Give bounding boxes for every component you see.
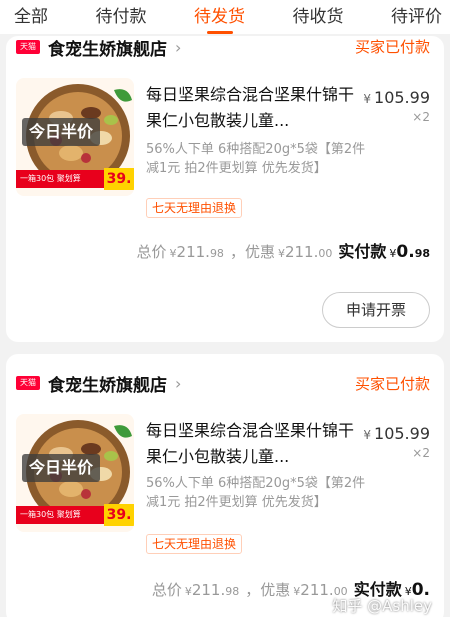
total-currency: ¥ [169, 247, 177, 260]
chevron-right-icon: › [175, 373, 182, 393]
total-label: 总价 [151, 581, 182, 599]
sku-spec: 56%人下单 6种搭配20g*5袋【第2件减1元 拍2件更划算 优先发货】 [146, 142, 366, 176]
sku-spec: 56%人下单 6种搭配20g*5袋【第2件减1元 拍2件更划算 优先发货】 [146, 476, 366, 510]
quantity: ×2 [412, 446, 430, 460]
discount-value-dec: 00 [318, 247, 333, 260]
total-currency: ¥ [184, 585, 192, 598]
tab-pending-payment[interactable]: 待付款 [96, 0, 147, 34]
guarantee-tag: 七天无理由退换 [146, 534, 243, 554]
thumbnail-promo-strip: 一箱30包 聚划算 [16, 506, 112, 524]
total-value-dec: 98 [209, 247, 224, 260]
shop-name[interactable]: 食宠生娇旗舰店 [48, 371, 167, 396]
thumbnail-promo-strip: 一箱30包 聚划算 [16, 170, 112, 188]
tab-pending-receipt[interactable]: 待收货 [293, 0, 344, 34]
unit-price-value: 105.99 [374, 424, 430, 443]
guarantee-tag: 七天无理由退换 [146, 198, 243, 218]
tmall-badge-icon: 天猫 [16, 376, 40, 390]
tab-pending-shipment[interactable]: 待发货 [194, 0, 245, 34]
shop-header[interactable]: 天猫 食宠生娇旗舰店 › [16, 36, 181, 62]
tab-all[interactable]: 全部 [14, 0, 48, 34]
currency-symbol: ¥ [363, 92, 372, 106]
product-thumbnail[interactable]: 今日半价 一箱30包 聚划算 39. [16, 78, 134, 196]
quantity: ×2 [412, 110, 430, 124]
paid-value-int: 0. [396, 242, 415, 262]
chevron-right-icon: › [175, 37, 182, 57]
discount-currency: ¥ [293, 585, 301, 598]
paid-currency: ¥ [389, 247, 397, 260]
order-status: 买家已付款 [354, 38, 430, 56]
shop-name[interactable]: 食宠生娇旗舰店 [48, 36, 167, 60]
paid-value-dec: 98 [414, 247, 430, 260]
discount-label: 优惠 [244, 243, 275, 261]
tmall-badge-icon: 天猫 [16, 40, 40, 54]
unit-price: ¥105.99 [363, 88, 430, 107]
shop-header[interactable]: 天猫 食宠生娇旗舰店 › [16, 368, 181, 398]
paid-label: 实付款 [338, 242, 387, 261]
order-status: 买家已付款 [354, 375, 430, 393]
tab-pending-review[interactable]: 待评价 [391, 0, 442, 34]
order-card: 天猫 食宠生娇旗舰店 › 买家已付款 今日半价 一箱30包 聚划算 39. 每日… [6, 354, 444, 617]
product-title[interactable]: 每日坚果综合混合坚果什锦干果仁小包散装儿童... [146, 418, 358, 470]
total-label: 总价 [136, 243, 167, 261]
thumbnail-price-tag: 39. [104, 168, 134, 190]
product-title[interactable]: 每日坚果综合混合坚果什锦干果仁小包散装儿童... [146, 82, 358, 134]
unit-price-value: 105.99 [374, 88, 430, 107]
unit-price: ¥105.99 [363, 424, 430, 443]
thumbnail-price-tag: 39. [104, 504, 134, 526]
order-tab-bar: 全部 待付款 待发货 待收货 待评价 [0, 0, 450, 34]
order-card: 天猫 食宠生娇旗舰店 › 买家已付款 今日半价 一箱30包 聚划算 39. 每日… [6, 36, 444, 342]
order-totals: 总价 ¥ 211. 98 ， 优惠 ¥ 211. 00 实付款 ¥ 0. 98 [137, 238, 430, 262]
discount-value-int: 211. [300, 581, 334, 599]
promo-badge: 今日半价 [22, 118, 101, 146]
total-value-int: 211. [176, 243, 210, 261]
request-invoice-button[interactable]: 申请开票 [322, 292, 430, 328]
discount-label: 优惠 [260, 581, 291, 599]
currency-symbol: ¥ [363, 428, 372, 442]
zhihu-watermark: 知乎 @Ashley [332, 597, 432, 615]
total-value-dec: 98 [225, 585, 240, 598]
promo-badge: 今日半价 [22, 454, 101, 482]
discount-value-int: 211. [284, 243, 319, 261]
total-value-int: 211. [191, 581, 226, 599]
product-thumbnail[interactable]: 今日半价 一箱30包 聚划算 39. [16, 414, 134, 532]
discount-currency: ¥ [277, 247, 285, 260]
